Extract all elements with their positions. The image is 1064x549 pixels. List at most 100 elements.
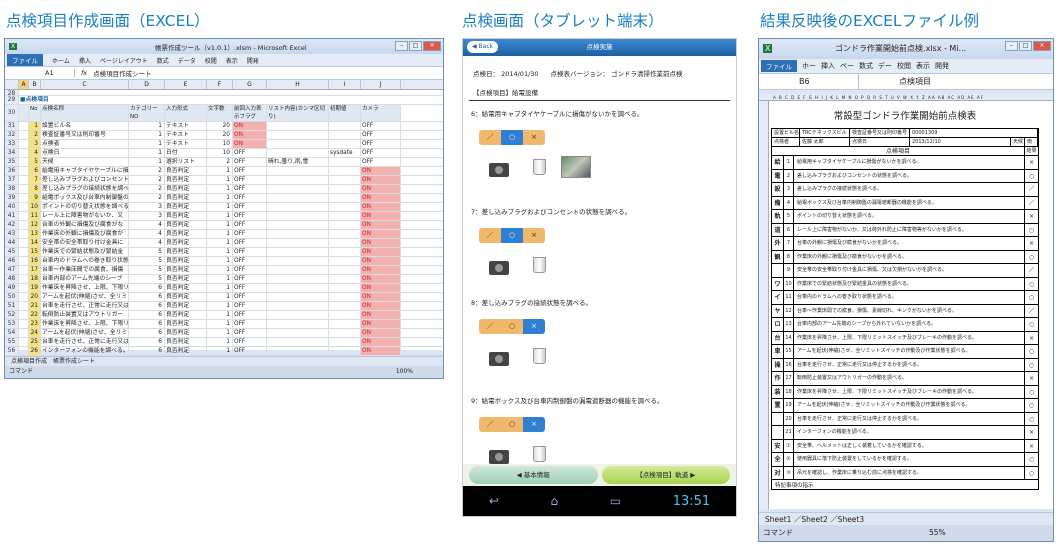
camera-icon[interactable] — [489, 450, 509, 464]
ribbon-tab[interactable]: 表示 — [226, 56, 238, 65]
judgment-option[interactable]: ／ — [479, 130, 501, 145]
judgment-option[interactable]: × — [523, 319, 545, 334]
ribbon-tab[interactable]: ペー — [840, 61, 854, 71]
ribbon-tab[interactable]: 開発 — [247, 56, 259, 65]
table-row[interactable]: 45 15 作業床での緊結状態及び緊結金 5 良否判定 1 OFF ON — [5, 248, 443, 257]
table-row[interactable]: ロ 13 台車内部のアーム先端のシーブから外れていないかを調べる。 ○ — [771, 318, 1039, 332]
table-row[interactable]: 9 安全帯の安全帯取り付け金具に損傷、又は欠損がないかを調べる。／ — [771, 264, 1039, 278]
sheet-tabs[interactable]: Sheet1 ／Sheet2 ／Sheet3 — [759, 512, 1053, 525]
table-row[interactable]: 装 18 作業床を昇降させ、上限、下限リミットスイッチ及びブレーキの作動を調べる。 ○ — [771, 385, 1039, 399]
judgment-option[interactable]: ／ — [479, 228, 501, 243]
table-row[interactable]: 作 17 転倒防止装置又はアウトリガーの作動を調べる。 × — [771, 372, 1039, 386]
table-row[interactable]: 48 18 台車内部のアーム先端のシーブ 5 良否判定 1 OFF ON — [5, 275, 443, 284]
table-row[interactable]: 36 6 給電用キャブタイヤケーブルに損 2 良否判定 1 OFF ON — [5, 167, 443, 176]
table-row[interactable]: 49 19 作業床を昇降させ、上限、下限リ 6 良否判定 1 OFF ON — [5, 284, 443, 293]
ribbon-tab[interactable]: 挿入 — [79, 56, 91, 65]
ribbon-tab[interactable]: ホー — [802, 61, 816, 71]
table-row[interactable]: ヤ 12 台車～作業床間での腐食、損傷、素線切れ、キンクがないかを調べる。／ — [771, 304, 1039, 318]
judgment-selector[interactable]: ／ ○ × — [479, 130, 545, 145]
table-row[interactable]: 安 ① 安全帯、ヘルメットは正しく装着しているかを確認する。 × — [771, 439, 1039, 453]
ribbon-tab[interactable]: 数式 — [157, 56, 169, 65]
judgment-option[interactable]: ／ — [479, 417, 501, 432]
zoom-level[interactable]: 55% — [929, 525, 946, 541]
table-row[interactable]: 55 25 台車を走行させ、正常に走行又は 6 良否判定 1 OFF ON — [5, 338, 443, 347]
table-row[interactable]: 42 12 台車の外観に損傷及び腐食がな 4 良否判定 1 OFF ON — [5, 221, 443, 230]
judgment-option[interactable]: × — [523, 130, 545, 145]
table-row[interactable]: 37 7 差し込みプラグおよびコンセントの 2 良否判定 1 OFF ON — [5, 176, 443, 185]
table-row[interactable]: 35 5 天候 1 選択リスト 2 OFF 晴れ,曇り,雨,雪 OFF — [5, 158, 443, 167]
sheet-grid[interactable]: A B C D E F G H I J K L M N O P Q R S T … — [759, 94, 1053, 509]
home-nav-icon[interactable]: ⌂ — [551, 494, 559, 508]
table-row[interactable]: 車 15 アームを起伏(伸縮)させ、全リミットスイッチの作動及び作業状態を調べる。 ○ — [771, 345, 1039, 359]
tab-file[interactable]: ファイル — [761, 60, 797, 72]
judgment-option[interactable]: ○ — [501, 319, 523, 334]
camera-icon[interactable] — [489, 163, 509, 177]
trash-icon[interactable] — [533, 348, 546, 364]
sheet-grid[interactable]: 2 8 2 9 ■点検項目 30 No 点検名称 カテゴリーNO 入力形式 文字数 前回入力表示フ… — [5, 90, 443, 374]
photo-thumbnail[interactable] — [561, 156, 591, 178]
table-row[interactable]: 置 19 アームを起伏(伸縮)させ、全リミットスイッチの作動及び作業状態を調べる。 ○ — [771, 399, 1039, 413]
table-row[interactable]: 44 14 安全帯の安全帯取り付け金具に 4 良否判定 1 OFF ON — [5, 239, 443, 248]
trash-icon[interactable] — [533, 446, 546, 462]
table-row[interactable]: 38 8 差し込みプラグの接続状態を調べる 2 良否判定 1 OFF ON — [5, 185, 443, 194]
table-row[interactable]: 設 3 差し込みプラグの接続状態を調べる。／ — [771, 183, 1039, 197]
close-button[interactable]: ✕ — [1033, 41, 1051, 51]
minimize-button[interactable]: – — [395, 41, 408, 51]
table-row[interactable]: 20 台車を走行させ、正常に走行又は停止するかを調べる。 ○ — [771, 412, 1039, 426]
ribbon-tab[interactable]: 校閲 — [205, 56, 217, 65]
trash-icon[interactable] — [533, 257, 546, 273]
table-row[interactable]: 33 3 点検者 1 テキスト 10 ON OFF — [5, 140, 443, 149]
table-row[interactable]: 46 16 台車内のドラムへの巻き取り状態 5 良否判定 1 OFF ON — [5, 257, 443, 266]
name-box[interactable]: A1 — [5, 69, 75, 77]
basic-info-button[interactable]: ◀ 基本情報 — [469, 466, 598, 484]
judgment-selector[interactable]: ／ ○ × — [479, 417, 545, 432]
ribbon-tab[interactable]: ページレイアウト — [100, 56, 148, 65]
table-row[interactable]: 軌 5 ポイントの切り替え状態を調べる。 × — [771, 210, 1039, 224]
ribbon-tab[interactable]: 表示 — [916, 61, 930, 71]
judgment-option[interactable]: ○ — [501, 130, 523, 145]
table-row[interactable]: 52 22 転倒防止装置又はアウトリガー 6 良否判定 1 OFF ON — [5, 311, 443, 320]
table-row[interactable]: 56 26 インターフォンの機能を調べる。 6 良否判定 1 OFF ON — [5, 347, 443, 356]
table-row[interactable]: 50 20 アームを起伏(伸縮)させ、全リミ 6 良否判定 1 OFF ON — [5, 293, 443, 302]
judgment-option[interactable]: ○ — [501, 228, 523, 243]
ribbon-tab[interactable]: 挿入 — [821, 61, 835, 71]
table-row[interactable]: 外 7 台車の外観に損傷及び腐食がないかを調べる。 × — [771, 237, 1039, 251]
judgment-option[interactable]: × — [523, 417, 545, 432]
table-row[interactable]: 給 1 給電用キャブタイヤケーブルに損傷がないかを調べる。 × — [771, 156, 1039, 170]
table-row[interactable]: 54 24 アームを起伏(伸縮)させ、全リミ 6 良否判定 1 OFF ON — [5, 329, 443, 338]
table-row[interactable]: 51 21 台車を走行させ、正常に走行又は 6 良否判定 1 OFF ON — [5, 302, 443, 311]
fx-icon[interactable]: fx — [75, 69, 93, 77]
sheet-tabs[interactable]: 点検項目作成 帳票作成シート — [5, 356, 443, 366]
table-row[interactable]: 39 9 給電ボックス及び台車内制御盤の 2 良否判定 1 OFF ON — [5, 194, 443, 203]
ribbon-tab[interactable]: データ — [178, 56, 196, 65]
close-button[interactable]: ✕ — [423, 41, 441, 51]
camera-icon[interactable] — [489, 261, 509, 275]
table-row[interactable]: 電 2 差し込みプラグおよびコンセントの状態を調べる。 ○ — [771, 169, 1039, 183]
table-row[interactable]: 全 ② 使用器具に落下防止装置をしているかを確認する。 ○ — [771, 453, 1039, 467]
table-row[interactable]: 41 11 レール上に障害物がないか、又 3 良否判定 1 OFF ON — [5, 212, 443, 221]
table-row[interactable]: 備 4 給電ボックス及び台車内制御盤の漏電遮断器の機能を調べる。／ — [771, 196, 1039, 210]
next-section-button[interactable]: 【点検項目】軌道 ▶ — [601, 466, 730, 484]
judgment-selector[interactable]: ／ ○ × — [479, 319, 545, 334]
minimize-button[interactable]: – — [1005, 41, 1018, 51]
ribbon-tab[interactable]: 開発 — [935, 61, 949, 71]
zoom-level[interactable]: 100% — [396, 366, 413, 378]
name-box[interactable]: B6 — [759, 74, 859, 89]
judgment-option[interactable]: ○ — [501, 417, 523, 432]
maximize-button[interactable]: □ — [409, 41, 422, 51]
judgment-option[interactable]: × — [523, 228, 545, 243]
table-row[interactable]: 34 4 点検日 1 日付 10 OFF sysdate OFF — [5, 149, 443, 158]
tab-file[interactable]: ファイル — [7, 54, 43, 66]
maximize-button[interactable]: □ — [1019, 41, 1032, 51]
table-row[interactable]: 21 インターフォンの機能を調べる。 × — [771, 426, 1039, 440]
table-row[interactable]: 40 10 ポイントの切り替え状態を調べる 3 良否判定 1 OFF ON — [5, 203, 443, 212]
formula-input[interactable]: 点検項目 — [859, 74, 931, 89]
table-row[interactable]: 道 6 レール上に障害物がないか、又は荷外れ防止に障害物等がないかを調べる。 ○ — [771, 223, 1039, 237]
table-row[interactable]: 43 13 作業床の外観に損傷及び腐食が 4 良否判定 1 OFF ON — [5, 230, 443, 239]
table-row[interactable]: 台 14 作業床を昇降させ、上限、下限リミットスイッチ及びブレーキの作動を調べる。 × — [771, 331, 1039, 345]
table-row[interactable]: ワ 10 作業床での緊結状態及び緊結金具の状態を調べる。 ○ — [771, 277, 1039, 291]
judgment-selector[interactable]: ／ ○ × — [479, 228, 545, 243]
back-nav-icon[interactable]: ↩ — [489, 494, 499, 508]
ribbon-tab[interactable]: 校閲 — [897, 61, 911, 71]
camera-icon[interactable] — [489, 352, 509, 366]
